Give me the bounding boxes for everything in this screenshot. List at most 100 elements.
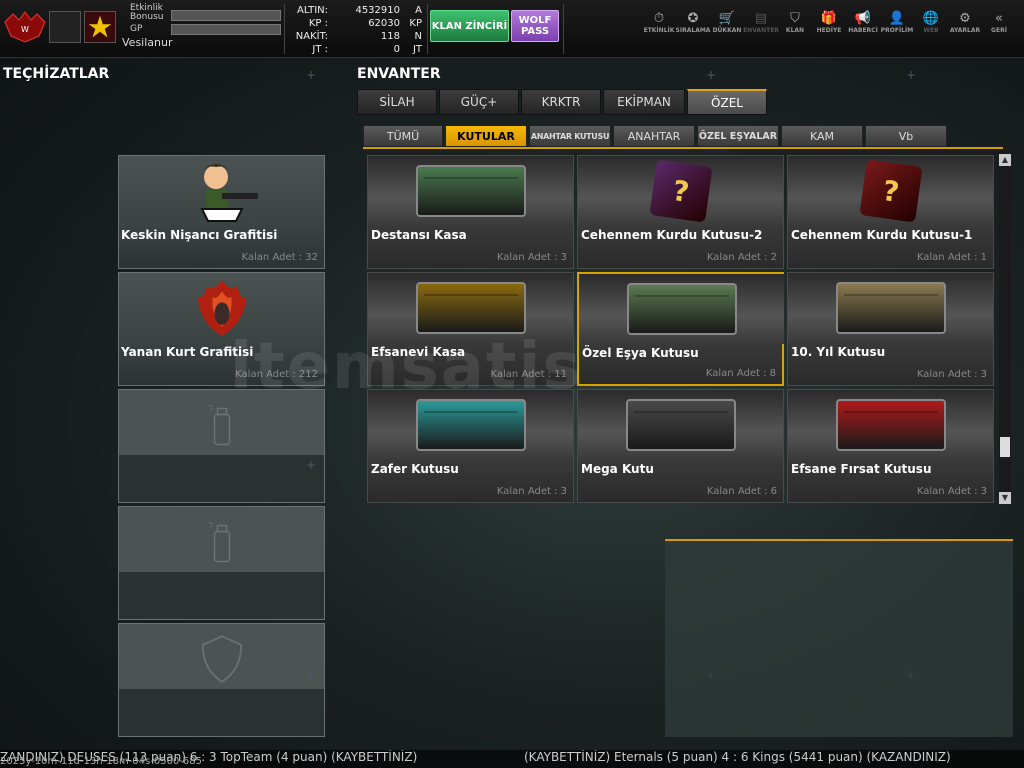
crate-shape: [835, 282, 946, 334]
plus-icon: +: [706, 68, 717, 82]
inventory-tabs: SİLAH GÜÇ+ KRKTR EKİPMAN ÖZEL: [357, 89, 767, 115]
plus-icon: +: [306, 668, 317, 682]
timestamp: 2025y-10m-11d-13h-18m-04s-0500-685: [0, 756, 202, 767]
equipment-title: TEÇHİZATLAR: [3, 66, 110, 82]
divider: [427, 4, 428, 54]
item-name: Özel Eşya Kutusu: [582, 346, 699, 360]
item-count: Kalan Adet : 8: [705, 368, 776, 379]
subtab-kam[interactable]: KAM: [781, 125, 863, 147]
mystery-cube-icon: ?: [578, 156, 783, 226]
inventory-item[interactable]: 10. Yıl Kutusu Kalan Adet : 3: [787, 272, 994, 386]
subtab-tumu[interactable]: TÜMÜ: [363, 125, 443, 147]
inventory-subtabs: TÜMÜ KUTULAR ANAHTAR KUTUSU ANAHTAR ÖZEL…: [363, 125, 947, 147]
svg-text:W: W: [21, 25, 29, 34]
nav-siralama[interactable]: ✪ SIRALAMA: [676, 10, 711, 40]
nav-klan[interactable]: ⛉ KLAN: [778, 10, 812, 40]
ayarlar-icon: ⚙: [959, 11, 971, 26]
crate-shape: [625, 399, 736, 451]
nav-label: HABERCİ: [848, 27, 878, 34]
subtab-kutular[interactable]: KUTULAR: [445, 125, 527, 147]
wolf-pass-button[interactable]: WOLF PASS: [511, 10, 559, 42]
spray-can-icon: [119, 507, 324, 577]
inventory-item[interactable]: Mega Kutu Kalan Adet : 6: [577, 389, 784, 503]
inventory-item[interactable]: Özel Eşya Kutusu Kalan Adet : 8: [577, 272, 784, 386]
crate-icon: [368, 156, 573, 226]
divider: [563, 4, 564, 54]
tab-guc[interactable]: GÜÇ+: [439, 89, 519, 115]
username: Vesilanur: [122, 36, 173, 49]
currency-panel: ALTIN: 4532910 A KP : 62030 KP NAKİT: 11…: [288, 4, 428, 56]
event-bonus-label: Etkinlik Bonusu: [130, 3, 164, 22]
inventory-item[interactable]: Destansı Kasa Kalan Adet : 3: [367, 155, 574, 269]
item-name: Mega Kutu: [581, 462, 654, 476]
nav-web[interactable]: 🌐 WEB: [914, 10, 948, 40]
crate-shape: [415, 165, 526, 217]
klan-zinciri-button[interactable]: KLAN ZİNCİRİ: [430, 10, 509, 42]
subtab-anahtar[interactable]: ANAHTAR: [613, 125, 695, 147]
plus-icon: +: [306, 458, 317, 472]
plus-icon: +: [906, 68, 917, 82]
inventory-item[interactable]: ? Cehennem Kurdu Kutusu-1 Kalan Adet : 1: [787, 155, 994, 269]
haberci̇-icon: 📢: [854, 11, 872, 26]
web-icon: 🌐: [922, 11, 940, 26]
nav-ayarlar[interactable]: ⚙ AYARLAR: [948, 10, 982, 40]
equipment-slot-empty[interactable]: [118, 389, 325, 503]
top-bar: W Etkinlik Bonusu GP Vesilanur ALTIN: 45…: [0, 0, 1024, 58]
graffiti-soldier-icon: [119, 156, 324, 226]
item-count: Kalan Adet : 3: [916, 369, 987, 380]
nav-hediye[interactable]: 🎁 HEDİYE: [812, 10, 846, 40]
nav-haberci[interactable]: 📢 HABERCİ: [846, 10, 880, 40]
item-name: Zafer Kutusu: [371, 462, 459, 476]
nav-profilim[interactable]: 👤 PROFİLİM: [880, 10, 914, 40]
nav-dukkan[interactable]: 🛒 DÜKKAN: [710, 10, 744, 40]
profi̇li̇m-icon: 👤: [888, 11, 906, 26]
equipment-slot-empty[interactable]: [118, 623, 325, 737]
gp-label: GP: [130, 24, 143, 34]
scroll-down-icon[interactable]: ▼: [999, 492, 1011, 504]
crate-shape: [415, 282, 526, 334]
geri̇-icon: «: [995, 11, 1003, 26]
crate-shape: [415, 399, 526, 451]
item-name: Efsane Fırsat Kutusu: [791, 462, 932, 476]
inventory-item[interactable]: ? Cehennem Kurdu Kutusu-2 Kalan Adet : 2: [577, 155, 784, 269]
crate-icon: [579, 274, 784, 344]
nav-label: ETKİNLİK: [643, 27, 675, 34]
divider: [284, 4, 285, 54]
scroll-up-icon[interactable]: ▲: [999, 154, 1011, 166]
tab-ekipman[interactable]: EKİPMAN: [603, 89, 685, 115]
nav-envanter[interactable]: ▤ ENVANTER: [743, 10, 779, 40]
hedi̇ye-icon: 🎁: [820, 11, 838, 26]
crate-shape: [835, 399, 946, 451]
tab-ozel[interactable]: ÖZEL: [687, 89, 767, 115]
inventory-item[interactable]: Efsane Fırsat Kutusu Kalan Adet : 3: [787, 389, 994, 503]
nav-etkinlik[interactable]: ⏱ ETKİNLİK: [642, 10, 676, 40]
item-name: 10. Yıl Kutusu: [791, 345, 886, 359]
item-count: Kalan Adet : 1: [916, 252, 987, 263]
etki̇nli̇k-icon: ⏱: [653, 11, 665, 26]
nav-label: ENVANTER: [743, 27, 779, 34]
nav-label: WEB: [923, 27, 939, 34]
scroll-thumb[interactable]: [1000, 437, 1010, 457]
nav-label: DÜKKAN: [712, 27, 742, 34]
equipment-slot-1[interactable]: Keskin Nişancı Grafitisi Kalan Adet : 32: [118, 155, 325, 269]
item-name: Cehennem Kurdu Kutusu-1: [791, 228, 973, 242]
crate-icon: [578, 390, 783, 460]
nav-geri[interactable]: «GERİ: [982, 10, 1016, 40]
rank-badge-icon[interactable]: [84, 11, 116, 43]
subtab-vb[interactable]: Vb: [865, 125, 947, 147]
cube-shape: ?: [648, 159, 713, 223]
item-name: Cehennem Kurdu Kutusu-2: [581, 228, 763, 242]
crate-shape: [626, 283, 737, 335]
ticker-text-right: (KAYBETTİNİZ) Eternals (5 puan) 4 : 6 Ki…: [524, 750, 951, 764]
nav-label: GERİ: [991, 27, 1007, 34]
tab-krktr[interactable]: KRKTR: [521, 89, 601, 115]
tab-silah[interactable]: SİLAH: [357, 89, 437, 115]
equipment-count: Kalan Adet : 32: [241, 252, 318, 263]
inventory-item[interactable]: Zafer Kutusu Kalan Adet : 3: [367, 389, 574, 503]
equipment-slot-empty[interactable]: [118, 506, 325, 620]
subtab-ozel-esyalar[interactable]: ÖZEL EŞYALAR: [697, 125, 779, 147]
clan-badge-icon[interactable]: [49, 11, 81, 43]
nav-label: AYARLAR: [949, 27, 981, 34]
event-bonus-bar: [171, 10, 281, 21]
subtab-anahtar-kutusu[interactable]: ANAHTAR KUTUSU: [529, 125, 611, 147]
